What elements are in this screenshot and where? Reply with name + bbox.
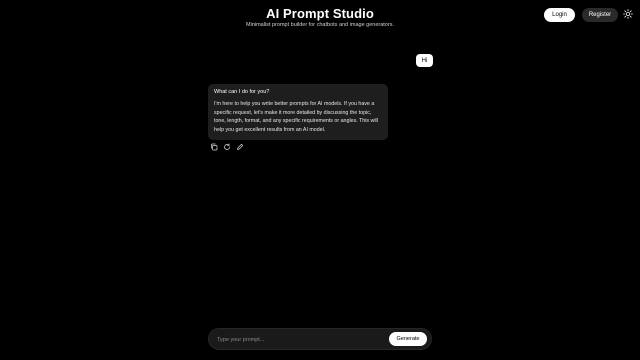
regenerate-icon [223, 138, 231, 156]
theme-toggle-button[interactable] [622, 9, 634, 21]
header: AI Prompt Studio Minimalist prompt build… [0, 0, 640, 36]
assistant-message-text: I'm here to help you write better prompt… [214, 101, 378, 133]
edit-button[interactable] [236, 143, 244, 151]
assistant-question: What can I do for you? [214, 89, 270, 95]
register-button[interactable]: Register [582, 8, 618, 22]
sun-icon [623, 6, 633, 24]
edit-icon [236, 138, 244, 156]
page-subtitle: Minimalist prompt builder for chatbots a… [246, 22, 394, 28]
regenerate-button[interactable] [223, 143, 231, 151]
prompt-input[interactable] [217, 333, 387, 346]
assistant-message: What can I do for you? I'm here to help … [208, 84, 388, 140]
message-actions [210, 142, 244, 152]
generate-button[interactable]: Generate [389, 332, 427, 346]
login-button[interactable]: Login [544, 8, 575, 22]
copy-icon [210, 138, 218, 156]
copy-button[interactable] [210, 143, 218, 151]
prompt-composer: Generate [208, 328, 432, 350]
user-message: Hi [416, 54, 433, 67]
